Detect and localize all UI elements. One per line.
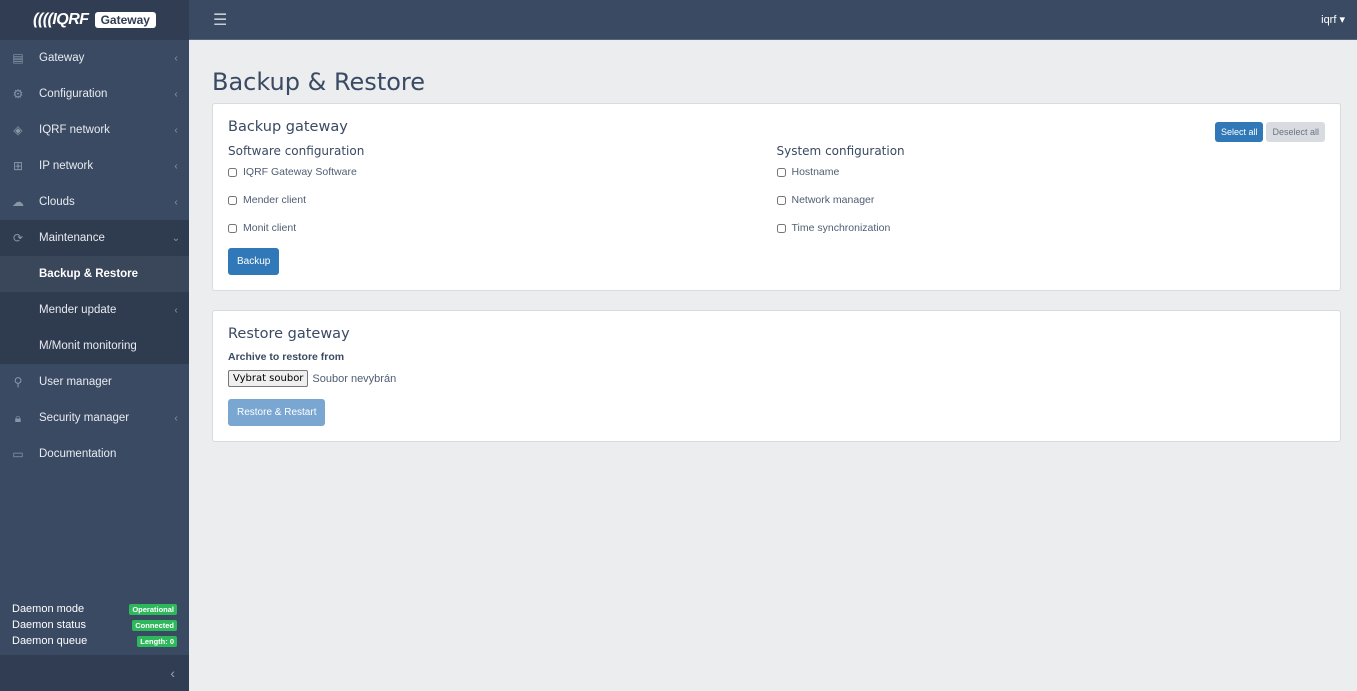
sidebar-item-mmonit-monitoring[interactable]: M/Monit monitoring — [0, 328, 189, 364]
daemon-status-row: Daemon status Connected — [12, 617, 177, 633]
checkbox-mender-client[interactable]: Mender client — [228, 186, 777, 214]
lock-icon: 🔒︎ — [14, 410, 22, 425]
checkbox[interactable] — [228, 195, 237, 205]
page-title: Backup & Restore — [212, 68, 426, 96]
chevron-down-icon: ⌄ — [171, 232, 181, 244]
backup-card: Backup gateway Select all Deselect all S… — [212, 103, 1341, 291]
daemon-status-panel: Daemon mode Operational Daemon status Co… — [0, 595, 189, 655]
user-icon: ⚲ — [13, 375, 23, 389]
sidebar-item-configuration[interactable]: ⚙ Configuration ‹ — [0, 76, 189, 112]
sidebar-item-label: Mender update — [39, 304, 117, 316]
chevron-left-icon: ‹ — [174, 196, 178, 208]
checkbox[interactable] — [228, 223, 237, 233]
daemon-queue-label: Daemon queue — [12, 635, 88, 647]
checkbox[interactable] — [776, 195, 786, 205]
selection-actions: Select all Deselect all — [1214, 122, 1325, 142]
sidebar-item-ip-network[interactable]: ⊞ IP network ‹ — [0, 148, 189, 184]
select-all-button[interactable]: Select all — [1214, 122, 1264, 142]
chevron-left-icon: ‹ — [174, 304, 178, 316]
chevron-left-icon: ‹ — [174, 52, 178, 64]
sidebar-item-iqrf-network[interactable]: ◈ IQRF network ‹ — [0, 112, 189, 148]
checkbox[interactable] — [776, 223, 786, 233]
software-configuration-title: Software configuration — [228, 144, 365, 158]
chevron-left-icon: ‹ — [174, 124, 178, 136]
sidebar-item-label: Backup & Restore — [39, 268, 139, 280]
maintenance-submenu: Backup & Restore Mender update ‹ M/Monit… — [0, 256, 189, 364]
sidebar-nav: ▤ Gateway ‹ ⚙ Configuration ‹ ◈ IQRF net… — [0, 40, 189, 595]
brand[interactable]: ((((IQRF Gateway — [0, 0, 189, 40]
sidebar-item-maintenance[interactable]: ⟳ Maintenance ⌄ — [0, 220, 189, 256]
wireless-icon: ◈ — [13, 123, 23, 137]
checkbox[interactable] — [228, 167, 237, 177]
file-status-text: Soubor nevybrán — [312, 372, 397, 385]
daemon-queue-badge: Length: 0 — [137, 635, 177, 647]
sidebar-item-label: Maintenance — [39, 232, 105, 244]
sidebar-item-label: Security manager — [39, 412, 130, 424]
choose-file-button[interactable]: Vybrat soubor — [228, 370, 309, 387]
sidebar-item-label: User manager — [39, 376, 112, 388]
main-content: Backup & Restore Backup gateway Select a… — [212, 41, 1341, 442]
brand-badge: Gateway — [94, 12, 156, 28]
refresh-icon: ⟳ — [12, 231, 24, 245]
server-icon: ▤ — [12, 51, 24, 65]
checkbox[interactable] — [776, 167, 786, 177]
restore-card: Restore gateway Archive to restore from … — [212, 310, 1341, 442]
network-icon: ⊞ — [12, 159, 24, 173]
sidebar: ((((IQRF Gateway ▤ Gateway ‹ ⚙ Configura… — [0, 0, 189, 691]
daemon-mode-badge: Operational — [129, 603, 177, 615]
chevron-left-icon: ‹ — [174, 160, 178, 172]
sidebar-item-backup-restore[interactable]: Backup & Restore — [0, 256, 189, 292]
deselect-all-button[interactable]: Deselect all — [1266, 122, 1325, 142]
sidebar-item-label: Documentation — [39, 448, 117, 460]
sidebar-item-label: Gateway — [39, 52, 85, 64]
checkbox-monit-client[interactable]: Monit client — [228, 214, 777, 242]
system-configuration-title: System configuration — [776, 144, 905, 158]
sidebar-item-mender-update[interactable]: Mender update ‹ — [0, 292, 189, 328]
book-icon: ▭ — [12, 447, 24, 461]
caret-down-icon: ▾ — [1339, 14, 1345, 26]
chevron-left-icon: ‹ — [174, 88, 178, 100]
cloud-icon: ☁ — [12, 195, 24, 209]
gear-icon: ⚙ — [12, 87, 24, 101]
backup-button[interactable]: Backup — [228, 248, 280, 275]
daemon-mode-row: Daemon mode Operational — [12, 601, 177, 617]
archive-file-input[interactable]: Vybrat soubor Soubor nevybrán — [228, 370, 1325, 387]
user-dropdown[interactable]: iqrf ▾ — [1321, 13, 1345, 26]
daemon-status-label: Daemon status — [12, 619, 86, 631]
software-configuration-group: Software configuration IQRF Gateway Soft… — [228, 144, 777, 248]
sidebar-item-documentation[interactable]: ▭ Documentation — [0, 436, 189, 472]
system-configuration-group: System configuration Hostname Network ma… — [776, 144, 1326, 248]
hamburger-menu-icon[interactable]: ☰ — [213, 10, 227, 30]
top-header: ☰ iqrf ▾ — [189, 0, 1357, 40]
chevron-left-icon: ‹ — [170, 665, 175, 681]
checkbox-iqrf-gateway-software[interactable]: IQRF Gateway Software — [228, 158, 777, 186]
sidebar-item-user-manager[interactable]: ⚲ User manager — [0, 364, 189, 400]
restore-card-title: Restore gateway — [228, 326, 350, 342]
sidebar-item-clouds[interactable]: ☁ Clouds ‹ — [0, 184, 189, 220]
sidebar-item-label: IQRF network — [39, 124, 110, 136]
sidebar-item-security-manager[interactable]: 🔒︎ Security manager ‹ — [0, 400, 189, 436]
checkbox-network-manager[interactable]: Network manager — [776, 186, 1326, 214]
checkbox-time-synchronization[interactable]: Time synchronization — [776, 214, 1326, 242]
sidebar-collapse-button[interactable]: ‹ — [0, 655, 189, 691]
sidebar-item-label: M/Monit monitoring — [39, 340, 137, 352]
archive-label: Archive to restore from — [228, 351, 345, 363]
sidebar-item-label: Configuration — [39, 88, 108, 100]
sidebar-item-gateway[interactable]: ▤ Gateway ‹ — [0, 40, 189, 76]
daemon-queue-row: Daemon queue Length: 0 — [12, 633, 177, 649]
restore-restart-button[interactable]: Restore & Restart — [228, 399, 326, 426]
chevron-left-icon: ‹ — [174, 412, 178, 424]
backup-card-title: Backup gateway — [228, 119, 348, 135]
iqrf-logo: ((((IQRF — [33, 11, 89, 28]
daemon-status-badge: Connected — [132, 619, 177, 631]
sidebar-item-label: Clouds — [39, 196, 75, 208]
checkbox-hostname[interactable]: Hostname — [776, 158, 1326, 186]
daemon-mode-label: Daemon mode — [12, 603, 85, 615]
sidebar-item-label: IP network — [39, 160, 94, 172]
